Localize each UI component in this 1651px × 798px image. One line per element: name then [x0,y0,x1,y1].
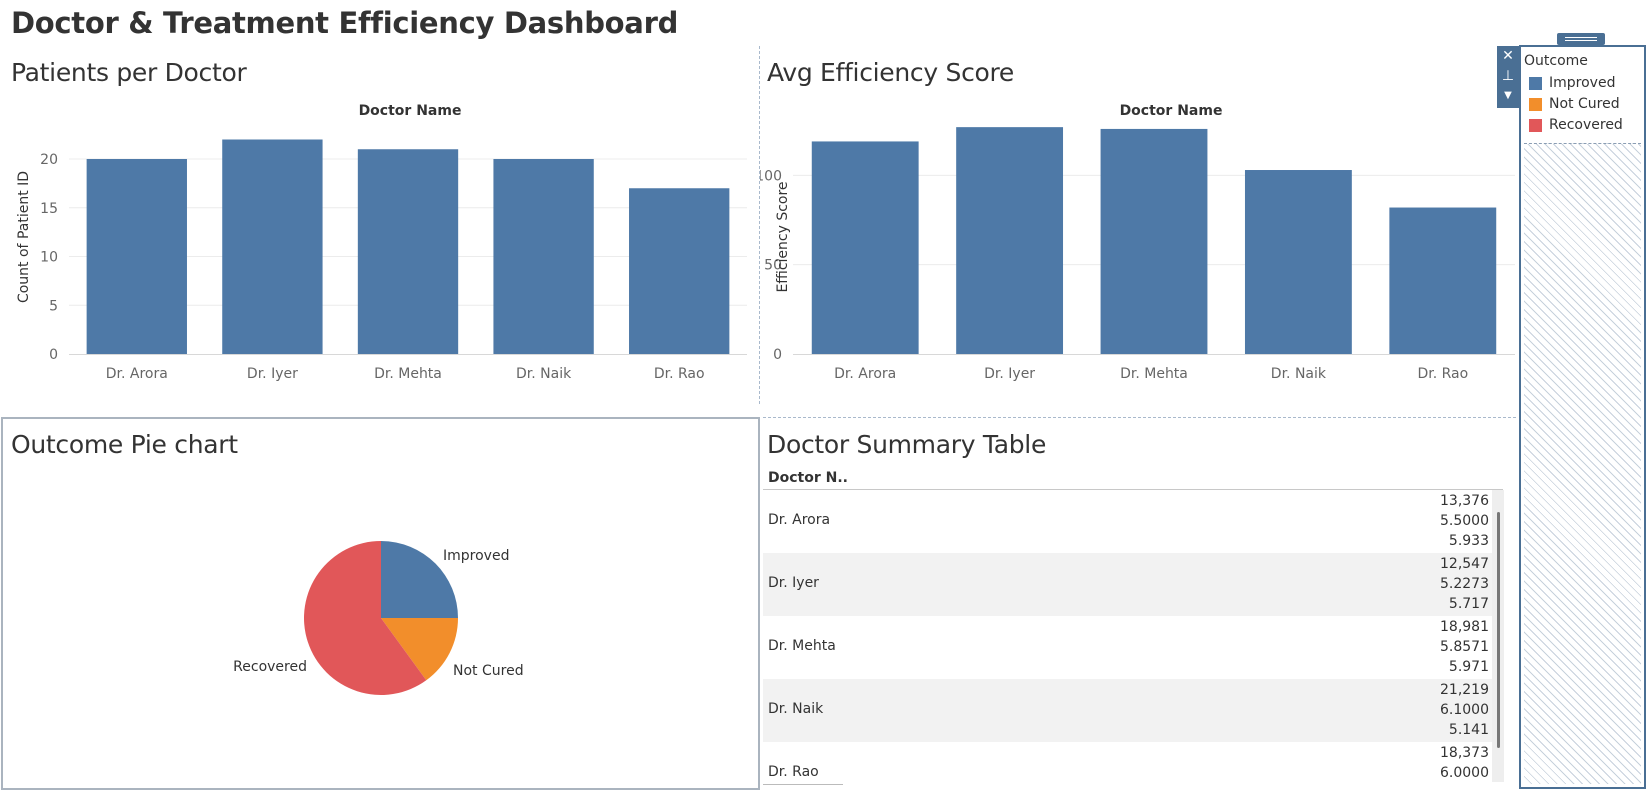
bar [357,149,459,354]
pie-slice-label: Recovered [233,659,307,675]
legend-swatch [1529,118,1542,132]
table-row[interactable]: Dr. Mehta 18,981 5.8571 5.971 [763,616,1492,679]
outcome-legend[interactable]: Outcome Improved Not Cured Recovered [1519,45,1646,789]
table-header-row: Doctor N.. [763,464,1503,490]
row-value: 5.2273 [1440,576,1489,592]
x-tick-label: Dr. Naik [516,366,572,382]
table-scrollbar-thumb[interactable] [1497,512,1500,748]
efficiency-bar-chart: 050100Efficiency ScoreDr. AroraDr. IyerD… [760,127,1515,382]
table-scrollbar[interactable] [1492,490,1504,782]
row-value: 12,547 [1440,556,1489,572]
bar [86,159,187,354]
dashboard-title: Doctor & Treatment Efficiency Dashboard [11,6,679,40]
y-tick-label: 0 [49,347,58,363]
efficiency-panel-title: Avg Efficiency Score [767,58,1015,87]
legend-label: Improved [1549,75,1616,91]
horizontal-separator [763,417,1516,418]
bar [956,127,1064,354]
row-value: 5.141 [1448,722,1489,738]
row-value: 21,219 [1440,682,1489,698]
row-value: 13,376 [1440,493,1489,509]
table-divider [763,784,843,785]
legend-toolbar: ✕ ⊥ ▼ [1497,46,1519,108]
legend-swatch [1529,76,1542,90]
row-doctor-name: Dr. Naik [768,701,824,717]
x-tick-label: Dr. Iyer [247,366,298,382]
outcome-pie-chart: Improved Not Cured Recovered [233,541,524,695]
legend-label: Recovered [1549,117,1623,133]
x-tick-label: Dr. Mehta [1120,366,1188,382]
legend-item-improved[interactable]: Improved [1529,74,1615,92]
efficiency-column-header: Doctor Name [1119,103,1223,119]
y-tick-label: 20 [40,152,58,168]
row-value: 5.933 [1448,533,1489,549]
row-value: 5.717 [1448,596,1489,612]
x-tick-label: Dr. Iyer [984,366,1035,382]
y-tick-label: 5 [49,298,58,314]
row-doctor-name: Dr. Mehta [768,638,836,654]
bar [493,159,594,354]
close-icon[interactable]: ✕ [1497,47,1519,65]
bar [811,141,919,354]
row-value: 5.5000 [1440,513,1489,529]
table-row[interactable]: Dr. Arora 13,376 5.5000 5.933 [763,490,1492,553]
row-doctor-name: Dr. Rao [768,764,819,780]
legend-title: Outcome [1524,53,1588,69]
legend-drag-handle[interactable] [1557,33,1605,45]
row-value: 18,373 [1440,745,1489,761]
legend-swatch [1529,97,1542,111]
legend-empty-area [1524,143,1641,784]
y-tick-label: 0 [773,347,782,363]
pie-slice-label: Not Cured [453,663,524,679]
table-column-header[interactable]: Doctor N.. [768,470,848,486]
bar [629,188,730,354]
y-tick-label: 10 [40,250,58,266]
row-doctor-name: Dr. Iyer [768,575,819,591]
y-axis-label: Count of Patient ID [16,171,32,303]
table-panel-title: Doctor Summary Table [767,430,1047,459]
row-value: 18,981 [1440,619,1489,635]
bar [1244,170,1352,354]
legend-item-not-cured[interactable]: Not Cured [1529,95,1620,113]
patients-bar-chart: 0 5 10 15 20 Count of Patient ID Dr. Arora Dr. … [16,139,747,382]
x-tick-label: Dr. Mehta [374,366,442,382]
y-tick-label: 15 [40,201,58,217]
dropdown-arrow-icon[interactable]: ▼ [1497,87,1519,105]
x-tick-label: Dr. Rao [1417,366,1468,382]
row-doctor-name: Dr. Arora [768,512,831,528]
table-body: Dr. Arora 13,376 5.5000 5.933 Dr. Iyer 1… [763,490,1500,790]
bar [1389,207,1497,354]
row-value: 6.1000 [1440,702,1489,718]
row-value: 6.0000 [1440,765,1489,781]
x-tick-label: Dr. Arora [106,366,168,382]
patients-column-header: Doctor Name [358,103,462,119]
x-tick-label: Dr. Rao [654,366,705,382]
row-value: 5.971 [1448,659,1489,675]
bar [222,139,323,354]
table-row[interactable]: Dr. Rao 18,373 6.0000 [763,742,1492,790]
x-tick-label: Dr. Arora [834,366,896,382]
table-row[interactable]: Dr. Iyer 12,547 5.2273 5.717 [763,553,1492,616]
table-row[interactable]: Dr. Naik 21,219 6.1000 5.141 [763,679,1492,742]
pie-slice-label: Improved [443,548,509,564]
bar [1100,128,1208,354]
x-tick-label: Dr. Naik [1271,366,1327,382]
pin-icon[interactable]: ⊥ [1497,67,1519,85]
legend-item-recovered[interactable]: Recovered [1529,116,1623,134]
legend-label: Not Cured [1549,96,1620,112]
patients-panel-title: Patients per Doctor [11,58,247,87]
y-axis-label: Efficiency Score [775,181,791,292]
row-value: 5.8571 [1440,639,1489,655]
